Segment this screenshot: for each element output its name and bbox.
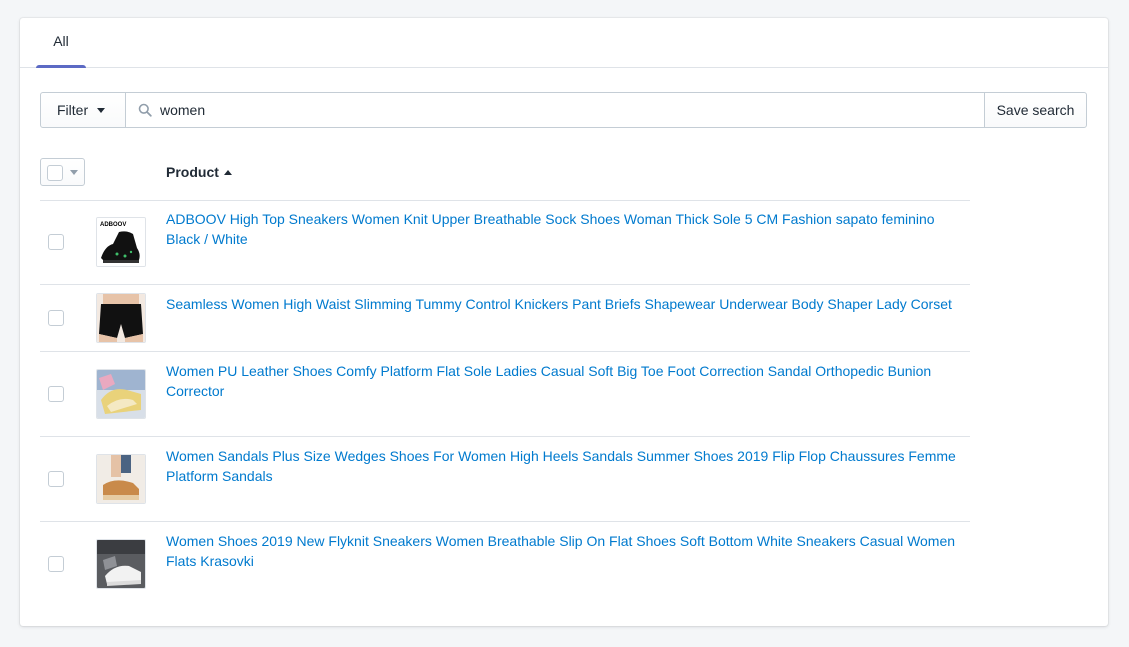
table-row: Seamless Women High Waist Slimming Tummy…	[40, 285, 970, 352]
product-title-link[interactable]: Women Sandals Plus Size Wedges Shoes For…	[166, 446, 966, 486]
product-thumbnail[interactable]	[96, 454, 146, 504]
products-card: All Filter Save search Product	[20, 18, 1108, 626]
tab-bar: All	[20, 18, 1108, 68]
tab-all[interactable]: All	[36, 18, 86, 68]
product-title-link[interactable]: ADBOOV High Top Sneakers Women Knit Uppe…	[166, 209, 966, 249]
product-title-link[interactable]: Seamless Women High Waist Slimming Tummy…	[166, 294, 966, 314]
chevron-down-icon	[70, 170, 78, 175]
search-field	[126, 92, 984, 128]
row-checkbox[interactable]	[48, 471, 64, 487]
thumbnail-brand-text: ADBOOV	[100, 222, 126, 228]
table-row: ADBOOV ADBOOV High Top Sneakers Women Kn…	[40, 200, 970, 285]
table-row: Women PU Leather Shoes Comfy Platform Fl…	[40, 352, 970, 437]
filter-button[interactable]: Filter	[40, 92, 126, 128]
row-checkbox[interactable]	[48, 556, 64, 572]
table-row: Women Shoes 2019 New Flyknit Sneakers Wo…	[40, 522, 970, 606]
search-icon	[138, 103, 152, 117]
product-thumbnail[interactable]	[96, 369, 146, 419]
select-all-checkbox[interactable]	[47, 165, 63, 181]
product-column-label: Product	[166, 164, 219, 180]
product-thumbnail[interactable]	[96, 293, 146, 343]
filter-button-label: Filter	[57, 102, 89, 118]
row-checkbox[interactable]	[48, 310, 64, 326]
product-column-header[interactable]: Product	[166, 164, 232, 180]
save-search-button[interactable]: Save search	[984, 92, 1087, 128]
product-thumbnail[interactable]	[96, 539, 146, 589]
table-header: Product	[40, 158, 970, 201]
product-thumbnail[interactable]: ADBOOV	[96, 217, 146, 267]
tab-all-label: All	[53, 33, 69, 49]
filter-bar: Filter Save search	[40, 92, 1087, 128]
product-title-link[interactable]: Women Shoes 2019 New Flyknit Sneakers Wo…	[166, 531, 966, 571]
search-input[interactable]	[160, 95, 984, 125]
sort-ascending-icon	[223, 169, 232, 175]
caret-down-icon	[97, 108, 106, 113]
tab-active-indicator	[36, 65, 86, 68]
row-checkbox[interactable]	[48, 234, 64, 250]
table-row: Women Sandals Plus Size Wedges Shoes For…	[40, 437, 970, 522]
row-checkbox[interactable]	[48, 386, 64, 402]
bulk-select-button[interactable]	[40, 158, 85, 186]
product-title-link[interactable]: Women PU Leather Shoes Comfy Platform Fl…	[166, 361, 966, 401]
